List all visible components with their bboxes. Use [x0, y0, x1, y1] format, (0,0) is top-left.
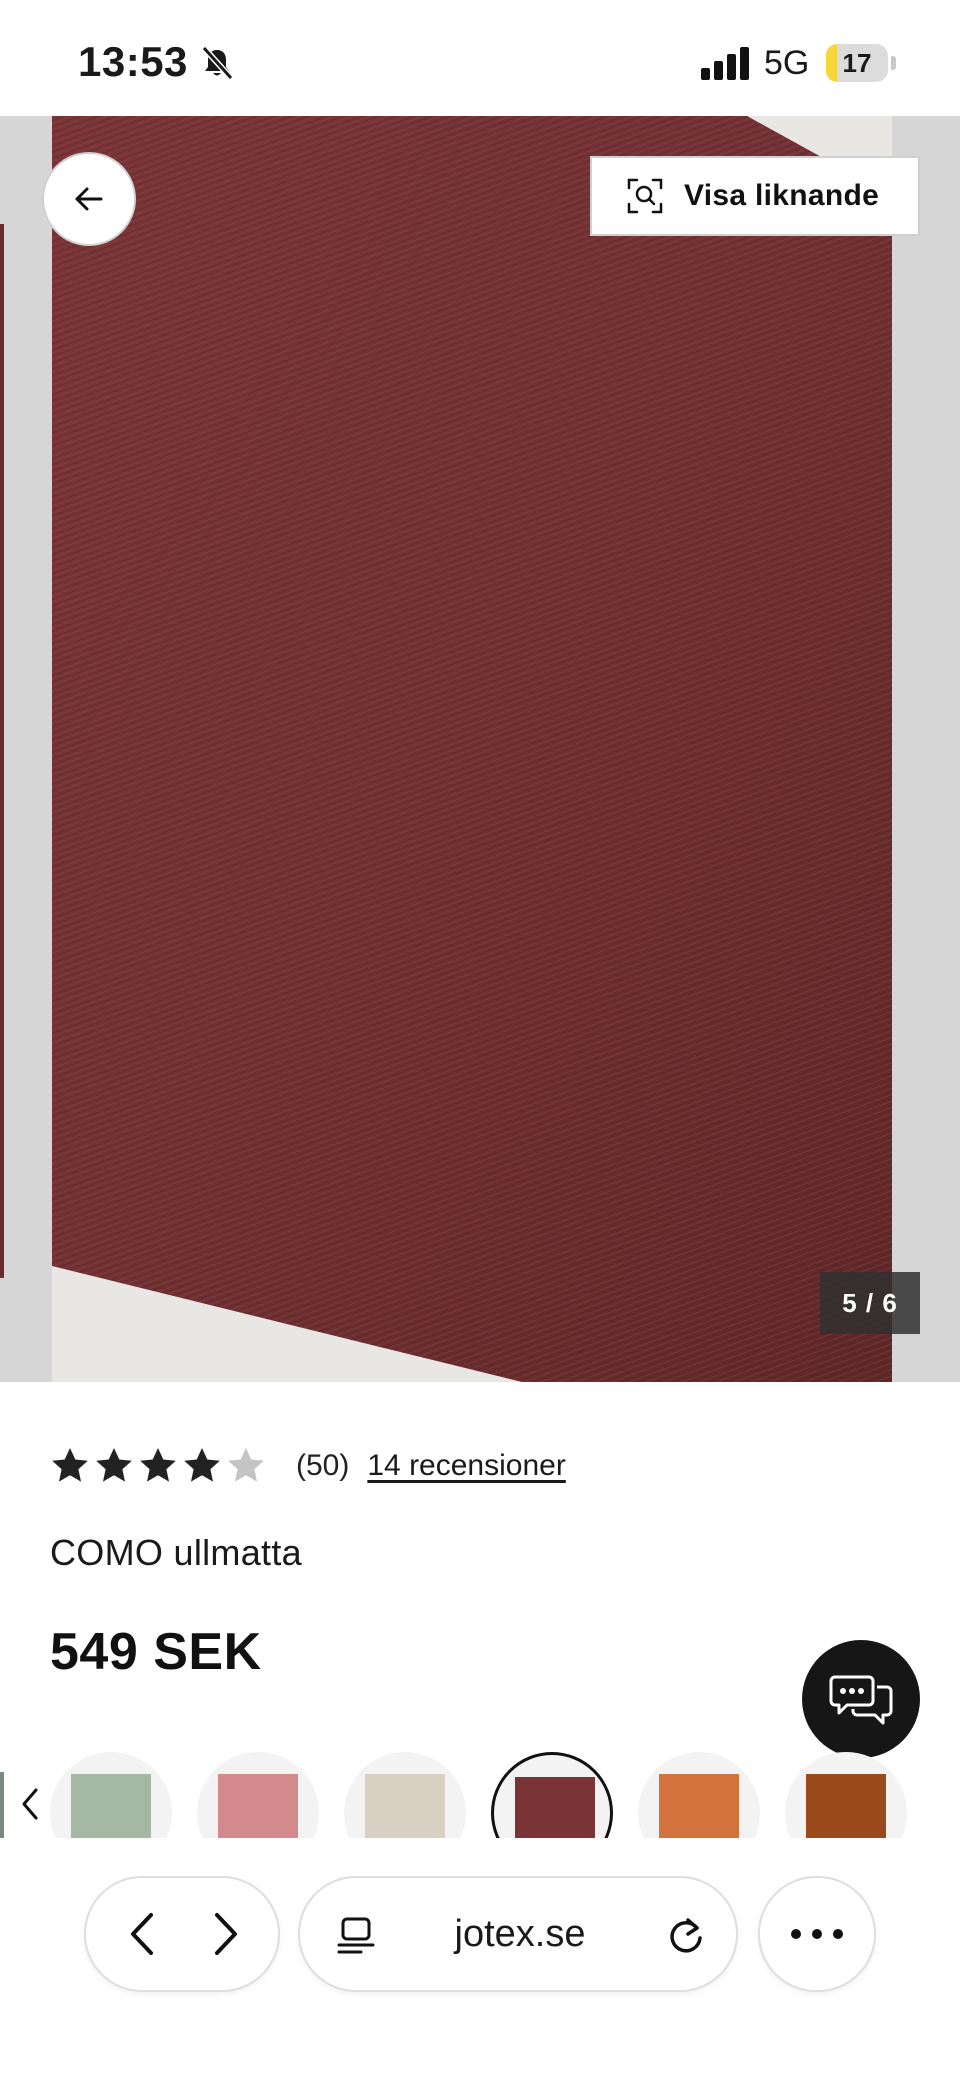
rating-row: (50) 14 recensioner — [50, 1442, 566, 1490]
status-bar: 13:53 5G 17 — [0, 0, 960, 116]
previous-slide-edge — [0, 224, 4, 1278]
show-similar-button[interactable]: Visa liknande — [590, 156, 920, 236]
battery-icon: 17 — [826, 44, 888, 82]
browser-toolbar: jotex.se — [0, 1838, 960, 2078]
browser-forward-button[interactable] — [192, 1900, 260, 1968]
star-rating — [50, 1446, 270, 1486]
product-gallery[interactable]: Visa liknande 5 / 6 — [0, 116, 960, 1382]
visual-search-icon — [627, 178, 663, 214]
swatch-color-fill — [365, 1774, 445, 1838]
reload-icon[interactable] — [664, 1914, 708, 1958]
color-swatch[interactable] — [197, 1752, 319, 1838]
chat-button[interactable] — [802, 1640, 920, 1758]
color-swatch[interactable] — [785, 1752, 907, 1838]
product-image[interactable] — [52, 116, 892, 1382]
product-title: COMO ullmatta — [50, 1532, 302, 1573]
navigation-pill — [84, 1876, 280, 1992]
color-swatch[interactable] — [50, 1752, 172, 1838]
star-filled-icon — [184, 1448, 220, 1482]
star-empty-icon — [228, 1448, 264, 1482]
star-filled-icon — [96, 1448, 132, 1482]
color-swatch[interactable] — [344, 1752, 466, 1838]
cellular-signal-icon — [701, 47, 749, 80]
swatch-color-fill — [218, 1774, 298, 1838]
reviews-link[interactable]: 14 recensioner — [367, 1449, 565, 1483]
swatch-color-fill — [71, 1774, 151, 1838]
swatch-prev-icon[interactable] — [18, 1786, 42, 1822]
rating-count: (50) — [296, 1449, 350, 1482]
back-button[interactable] — [42, 152, 136, 246]
network-type: 5G — [764, 44, 810, 82]
status-time: 13:53 — [78, 38, 188, 85]
swatch-color-fill — [806, 1774, 886, 1838]
browser-back-button[interactable] — [108, 1900, 176, 1968]
more-icon — [791, 1929, 843, 1939]
more-button[interactable] — [758, 1876, 876, 1992]
product-price: 549 SEK — [50, 1623, 262, 1681]
show-similar-label: Visa liknande — [684, 179, 880, 212]
battery-percentage: 17 — [842, 48, 872, 78]
image-counter: 5 / 6 — [820, 1272, 920, 1334]
color-swatch-strip[interactable] — [0, 1752, 960, 1838]
color-swatch-selected[interactable] — [491, 1752, 613, 1838]
address-bar[interactable]: jotex.se — [298, 1876, 738, 1992]
chevron-left-icon — [131, 1913, 153, 1955]
swatch-color-fill — [659, 1774, 739, 1838]
swatch-partial-edge — [0, 1772, 4, 1838]
star-filled-icon — [140, 1448, 176, 1482]
chat-bubbles-icon — [829, 1675, 893, 1725]
swatch-color-fill — [515, 1777, 595, 1838]
battery-cap — [891, 56, 896, 70]
star-filled-icon — [52, 1448, 88, 1482]
chevron-right-icon — [215, 1913, 237, 1955]
arrow-left-icon — [75, 187, 103, 211]
bell-muted-icon — [201, 45, 234, 81]
color-swatch[interactable] — [638, 1752, 760, 1838]
